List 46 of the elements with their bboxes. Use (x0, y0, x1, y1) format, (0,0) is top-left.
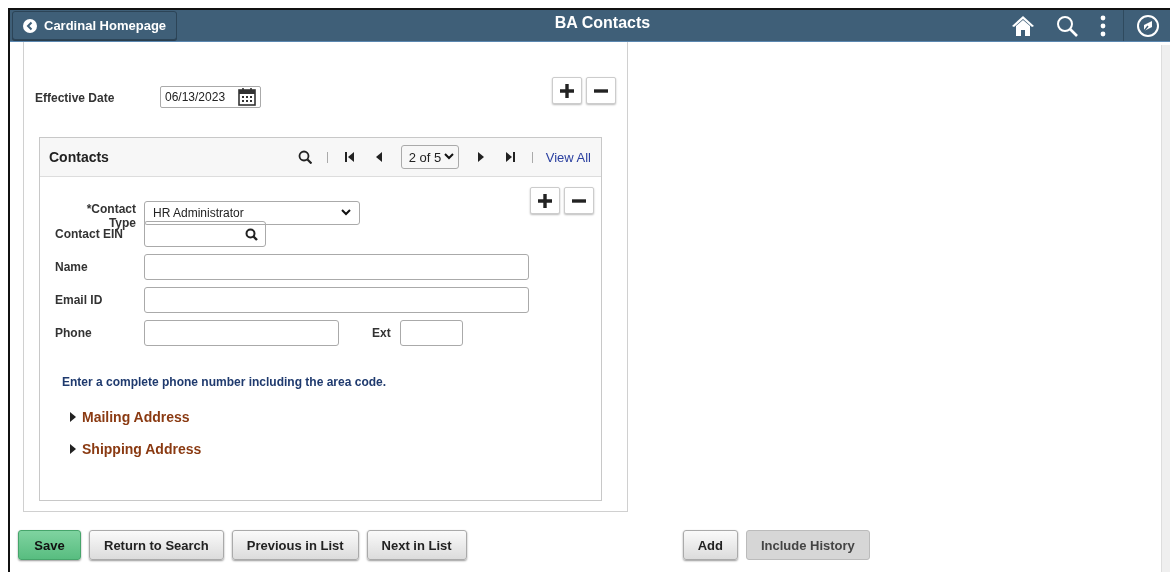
action-button[interactable]: Next in List (366, 530, 467, 560)
action-button[interactable]: Include History (745, 530, 870, 560)
field-label: Ext (372, 326, 391, 340)
section-toggle[interactable]: Mailing Address (69, 409, 601, 425)
action-button[interactable]: Return to Search (89, 530, 224, 560)
date-field[interactable]: 06/13/2023 (160, 86, 261, 108)
field-label: Email ID (54, 293, 104, 307)
add-row-button[interactable] (530, 187, 560, 214)
search-icon (245, 227, 258, 241)
caret-right-icon (69, 444, 77, 454)
plus-icon (538, 193, 552, 208)
scrollbar[interactable] (1161, 45, 1170, 572)
group-title: Contacts (49, 149, 109, 165)
chevron-down-icon (443, 153, 454, 161)
action-button[interactable]: Save (18, 530, 81, 560)
field-label: Effective Date (35, 91, 116, 105)
input-field[interactable] (144, 254, 529, 280)
field-label: Phone (54, 326, 93, 340)
action-button[interactable]: Add (682, 530, 738, 560)
page-select[interactable]: 2 of 5 (400, 145, 459, 169)
home-icon[interactable] (1011, 13, 1035, 38)
input-field[interactable] (144, 320, 339, 346)
input-field[interactable] (144, 287, 529, 313)
back-button[interactable]: Cardinal Homepage (12, 11, 177, 40)
compass-icon[interactable] (1136, 13, 1160, 38)
chevron-down-icon (341, 208, 351, 217)
calendar-icon (238, 88, 256, 106)
search-icon[interactable] (297, 150, 312, 164)
more-options-icon[interactable] (1099, 13, 1107, 38)
delete-row-button[interactable] (564, 187, 594, 214)
dropdown[interactable]: HR Administrator (144, 200, 360, 225)
input-field[interactable] (399, 320, 463, 346)
chevron-left-icon (23, 18, 37, 33)
first-page-icon[interactable] (342, 150, 357, 164)
action-button[interactable]: Previous in List (231, 530, 359, 560)
delete-row-button[interactable] (586, 77, 616, 104)
hint-text: Enter a complete phone number including the area code. (62, 375, 388, 389)
window-title: BA Contacts (553, 14, 652, 32)
search-icon[interactable] (1055, 13, 1079, 38)
view-all-link[interactable]: View All (545, 149, 591, 165)
plus-icon (560, 83, 574, 98)
section-toggle[interactable]: Shipping Address (69, 441, 601, 457)
caret-right-icon (69, 412, 77, 422)
field-label: Name (54, 260, 89, 274)
lookup-field[interactable] (144, 221, 266, 247)
add-row-button[interactable] (552, 77, 582, 104)
